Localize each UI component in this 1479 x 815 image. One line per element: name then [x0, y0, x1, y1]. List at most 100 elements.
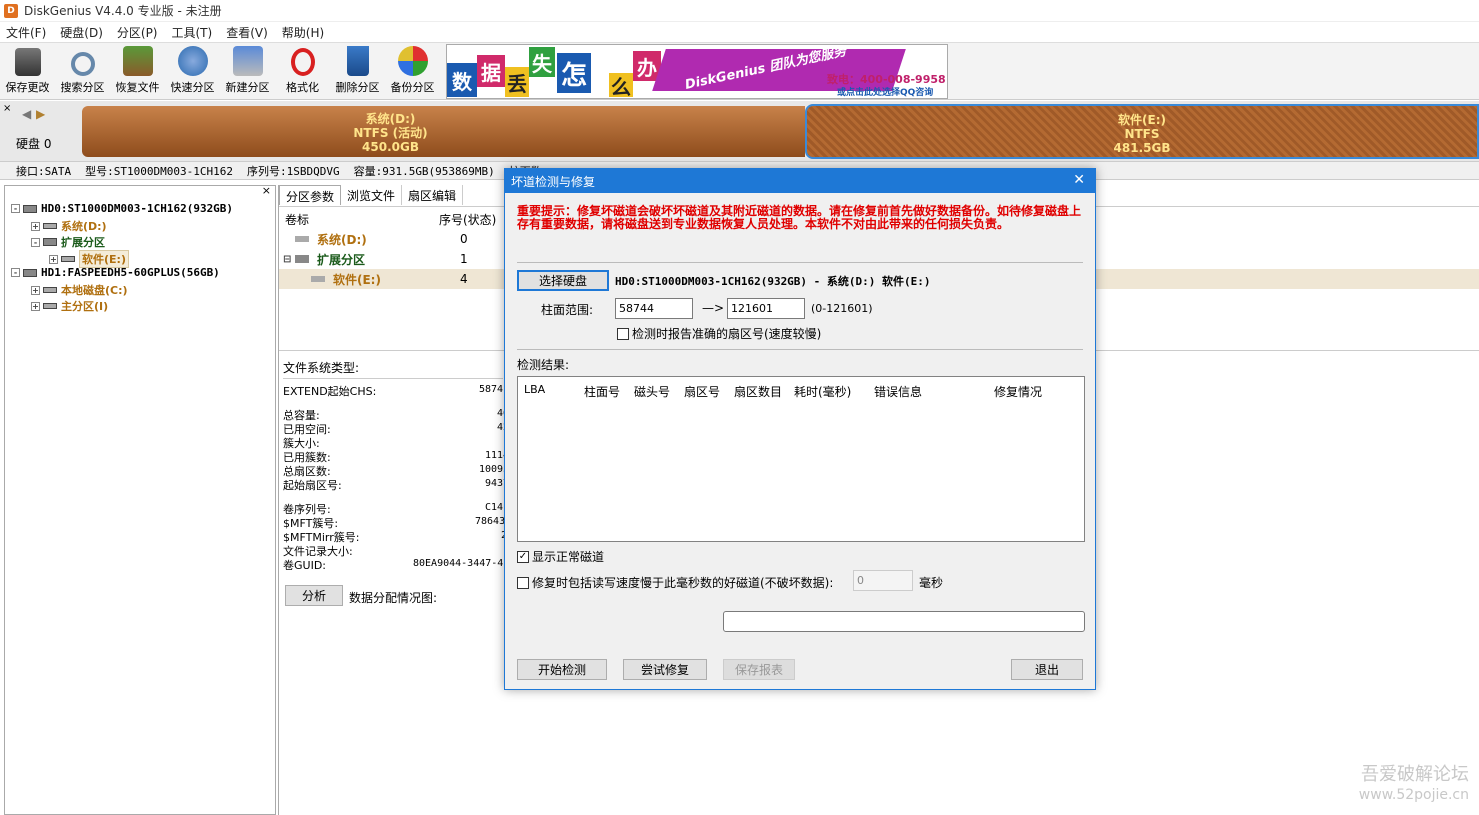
dialog-title: 坏道检测与修复 [511, 174, 596, 189]
menu-bar: 文件(F) 硬盘(D) 分区(P) 工具(T) 查看(V) 帮助(H) [0, 22, 1479, 42]
tree-item-system-d[interactable]: + 系统(D:) [31, 218, 107, 234]
tree-item-local-c[interactable]: + 本地磁盘(C:) [31, 282, 128, 298]
banner-char: 怎 [557, 53, 591, 93]
backup-partition-button[interactable]: 备份分区 [385, 43, 440, 99]
close-tree-icon[interactable]: × [262, 184, 271, 197]
title-bar: D DiskGenius V4.4.0 专业版 - 未注册 [0, 0, 1479, 22]
hdd-icon [23, 268, 37, 277]
partition-gap-block [699, 106, 805, 157]
tree-item-hd0[interactable]: - HD0:ST1000DM003-1CH162(932GB) [11, 202, 233, 215]
partition-icon [43, 223, 57, 229]
menu-file[interactable]: 文件(F) [6, 24, 46, 41]
hdd-icon [23, 204, 37, 213]
expand-icon[interactable]: + [31, 221, 40, 231]
magnifier-icon [70, 52, 95, 76]
slow-ms-input[interactable]: 0 [853, 570, 913, 591]
partition-e-block[interactable]: 软件(E:) NTFS 481.5GB [805, 104, 1479, 159]
cylinder-from-input[interactable]: 58744 [615, 298, 693, 319]
menu-disk[interactable]: 硬盘(D) [60, 24, 103, 41]
tree-item-primary-i[interactable]: + 主分区(I) [31, 298, 108, 314]
expand-icon[interactable]: + [31, 285, 40, 295]
try-repair-button[interactable]: 尝试修复 [623, 659, 707, 680]
collapse-icon[interactable]: - [31, 237, 40, 247]
collapse-icon[interactable]: ⊟ [283, 254, 291, 265]
partition-icon [61, 256, 75, 262]
banner-char: 么 [609, 73, 633, 99]
dialog-title-bar: 坏道检测与修复 ✕ [505, 169, 1095, 193]
checkbox-box [517, 576, 529, 589]
save-report-button[interactable]: 保存报表 [723, 659, 795, 680]
app-icon: D [4, 3, 18, 18]
props-section-line [283, 378, 503, 379]
quick-partition-button[interactable]: 快速分区 [165, 43, 220, 99]
collapse-icon[interactable]: - [11, 204, 20, 213]
partition-icon [43, 287, 57, 293]
tab-browse-files[interactable]: 浏览文件 [341, 185, 403, 205]
extended-icon [43, 238, 57, 246]
expand-icon[interactable]: + [49, 254, 58, 264]
partition-d-block[interactable]: 系统(D:) NTFS (活动) 450.0GB [82, 106, 699, 157]
close-panel-icon[interactable]: × [3, 103, 11, 114]
checkbox-box: ✓ [517, 550, 529, 563]
close-icon[interactable]: ✕ [1073, 172, 1085, 188]
cylinder-to-input[interactable]: 121601 [727, 298, 805, 319]
menu-tools[interactable]: 工具(T) [172, 24, 213, 41]
expand-icon[interactable]: + [31, 301, 40, 311]
warning-text: 重要提示：修复坏磁道会破坏坏磁道及其附近磁道的数据。请在修复前首先做好数据备份。… [517, 204, 1082, 231]
backup-icon [397, 46, 428, 76]
collapse-icon[interactable]: - [11, 268, 20, 277]
analyze-button[interactable]: 分析 [285, 585, 343, 606]
tree-item-extended[interactable]: - 扩展分区 [31, 234, 105, 250]
show-normal-checkbox[interactable]: ✓ 显示正常磁道 [517, 548, 604, 565]
prev-disk-arrow[interactable]: ◀ [22, 107, 31, 121]
ms-unit: 毫秒 [919, 576, 944, 590]
fs-type-label: 文件系统类型: [283, 361, 360, 375]
alloc-chart-label: 数据分配情况图: [349, 591, 438, 605]
results-label: 检测结果: [517, 358, 570, 372]
quick-partition-icon [177, 46, 208, 76]
delete-partition-button[interactable]: 删除分区 [330, 43, 385, 99]
ad-banner[interactable]: 数 据 丢 失 怎 么 办 DiskGenius 团队为您服务 致电：400-0… [446, 44, 948, 99]
cylinder-limit: (0-121601) [811, 302, 873, 315]
search-partition-button[interactable]: 搜索分区 [55, 43, 110, 99]
menu-partition[interactable]: 分区(P) [117, 24, 158, 41]
menu-help[interactable]: 帮助(H) [282, 24, 324, 41]
save-changes-button[interactable]: 保存更改 [0, 43, 55, 99]
recover-files-button[interactable]: 恢复文件 [110, 43, 165, 99]
partition-icon [295, 236, 309, 242]
format-icon [290, 48, 315, 76]
new-partition-icon [232, 46, 263, 76]
partition-icon [311, 276, 325, 282]
start-detect-button[interactable]: 开始检测 [517, 659, 607, 680]
banner-char: 丢 [505, 67, 529, 97]
tree-item-hd1[interactable]: - HD1:FASPEEDH5-60GPLUS(56GB) [11, 266, 220, 279]
cylinder-range-label: 柱面范围: [541, 303, 594, 317]
banner-char: 数 [447, 63, 477, 97]
banner-char: 失 [529, 47, 555, 77]
banner-qq: 或点击此处选择QQ咨询 [837, 88, 934, 98]
tab-sector-edit[interactable]: 扇区编辑 [402, 185, 464, 205]
details-tabs: 分区参数 浏览文件 扇区编辑 [279, 185, 464, 205]
include-slow-checkbox[interactable]: 修复时包括读写速度慢于此毫秒数的好磁道(不破坏数据): [517, 574, 833, 591]
select-disk-button[interactable]: 选择硬盘 [517, 270, 609, 291]
recover-icon [122, 46, 153, 76]
watermark: 吾爱破解论坛 www.52pojie.cn [1358, 764, 1469, 804]
accurate-sector-checkbox[interactable]: 检测时报告准确的扇区号(速度较慢) [617, 325, 821, 342]
selected-disk-info: HD0:ST1000DM003-1CH162(932GB) - 系统(D:) 软… [615, 275, 931, 288]
tab-partition-params[interactable]: 分区参数 [279, 185, 342, 205]
exit-button[interactable]: 退出 [1011, 659, 1083, 680]
range-arrow: —> [702, 301, 725, 315]
menu-view[interactable]: 查看(V) [226, 24, 268, 41]
save-icon [14, 48, 41, 76]
bad-sector-dialog: 坏道检测与修复 ✕ 重要提示：修复坏磁道会破坏坏磁道及其附近磁道的数据。请在修复… [504, 168, 1096, 690]
progress-bar [723, 611, 1085, 632]
divider [517, 262, 1083, 263]
extended-icon [295, 255, 309, 263]
results-list[interactable]: LBA 柱面号 磁头号 扇区号 扇区数目 耗时(毫秒) 错误信息 修复情况 [517, 376, 1085, 542]
format-button[interactable]: 格式化 [275, 43, 330, 99]
new-partition-button[interactable]: 新建分区 [220, 43, 275, 99]
divider [517, 349, 1083, 350]
disk-tree-panel: × - HD0:ST1000DM003-1CH162(932GB) + 系统(D:)… [4, 184, 276, 815]
window-title: DiskGenius V4.4.0 专业版 - 未注册 [24, 4, 222, 18]
next-disk-arrow[interactable]: ▶ [36, 107, 45, 121]
